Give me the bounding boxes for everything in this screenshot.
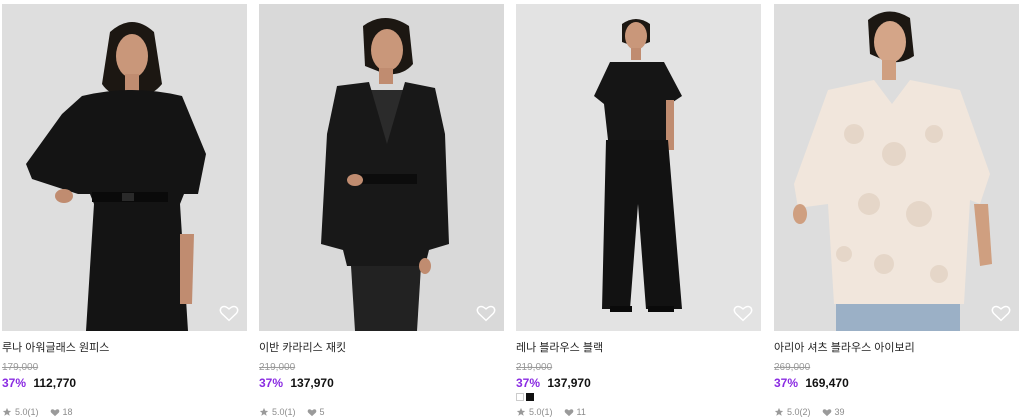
original-price: 179,000 (2, 362, 39, 373)
product-image[interactable] (516, 4, 761, 331)
original-price: 219,000 (259, 362, 296, 373)
product-meta: 5.0(1) 18 (2, 406, 247, 418)
color-swatches (774, 393, 1019, 402)
original-price: 219,000 (516, 362, 553, 373)
product-image[interactable] (774, 4, 1019, 331)
like-count: 11 (576, 407, 586, 417)
price-row: 37% 112,770 (2, 375, 247, 391)
product-card[interactable]: 아리아 셔츠 블라우스 아이보리 269,000 37% 169,470 5.0… (774, 4, 1019, 418)
like-count-icon (822, 408, 831, 416)
product-card[interactable]: 루나 아워글래스 원피스 179,000 37% 112,770 5.0(1) … (2, 4, 247, 418)
product-image[interactable] (259, 4, 504, 331)
discount-rate: 37% (2, 376, 27, 390)
like-count-icon (307, 408, 316, 416)
sale-price: 137,970 (547, 376, 591, 390)
heart-icon[interactable] (733, 304, 753, 322)
color-swatch-white[interactable] (516, 393, 524, 401)
product-meta: 5.0(1) 5 (259, 406, 504, 418)
price-row: 37% 137,970 (259, 375, 504, 391)
star-icon (2, 407, 12, 416)
color-swatches (516, 393, 761, 402)
sale-price: 112,770 (33, 376, 77, 390)
sale-price: 169,470 (805, 376, 849, 390)
rating-text: 5.0(1) (529, 407, 553, 417)
star-icon (259, 407, 269, 416)
product-photo-illustration (774, 4, 1019, 331)
discount-rate: 37% (774, 376, 799, 390)
discount-rate: 37% (516, 376, 541, 390)
product-name[interactable]: 이반 카라리스 재킷 (259, 341, 504, 355)
rating-text: 5.0(1) (272, 407, 296, 417)
price-row: 37% 137,970 (516, 375, 761, 391)
like-count: 18 (62, 407, 73, 417)
original-price: 269,000 (774, 362, 811, 373)
star-icon (774, 407, 784, 416)
price-row: 37% 169,470 (774, 375, 1019, 391)
sale-price: 137,970 (290, 376, 334, 390)
product-meta: 5.0(1) 11 (516, 406, 761, 418)
discount-rate: 37% (259, 376, 284, 390)
rating-text: 5.0(1) (15, 407, 39, 417)
heart-icon[interactable] (476, 304, 496, 322)
like-count: 39 (834, 407, 845, 417)
product-image[interactable] (2, 4, 247, 331)
rating-text: 5.0(2) (787, 407, 811, 417)
star-icon (516, 407, 526, 416)
like-count-icon (50, 408, 59, 416)
color-swatches (2, 393, 247, 402)
like-count-icon (564, 408, 573, 416)
product-card[interactable]: 이반 카라리스 재킷 219,000 37% 137,970 5.0(1) 5 (259, 4, 504, 418)
heart-icon[interactable] (219, 304, 239, 322)
product-name[interactable]: 루나 아워글래스 원피스 (2, 341, 247, 355)
product-name[interactable]: 아리아 셔츠 블라우스 아이보리 (774, 341, 1019, 355)
product-photo-illustration (2, 4, 247, 331)
heart-icon[interactable] (991, 304, 1011, 322)
product-card[interactable]: 레나 블라우스 블랙 219,000 37% 137,970 5.0(1) 11 (516, 4, 761, 418)
like-count: 5 (319, 407, 325, 417)
product-photo-illustration (259, 4, 504, 331)
product-meta: 5.0(2) 39 (774, 406, 1019, 418)
product-photo-illustration (516, 4, 761, 331)
color-swatches (259, 393, 504, 402)
product-grid: 루나 아워글래스 원피스 179,000 37% 112,770 5.0(1) … (0, 0, 1024, 417)
product-name[interactable]: 레나 블라우스 블랙 (516, 341, 761, 355)
color-swatch-black[interactable] (526, 393, 534, 401)
